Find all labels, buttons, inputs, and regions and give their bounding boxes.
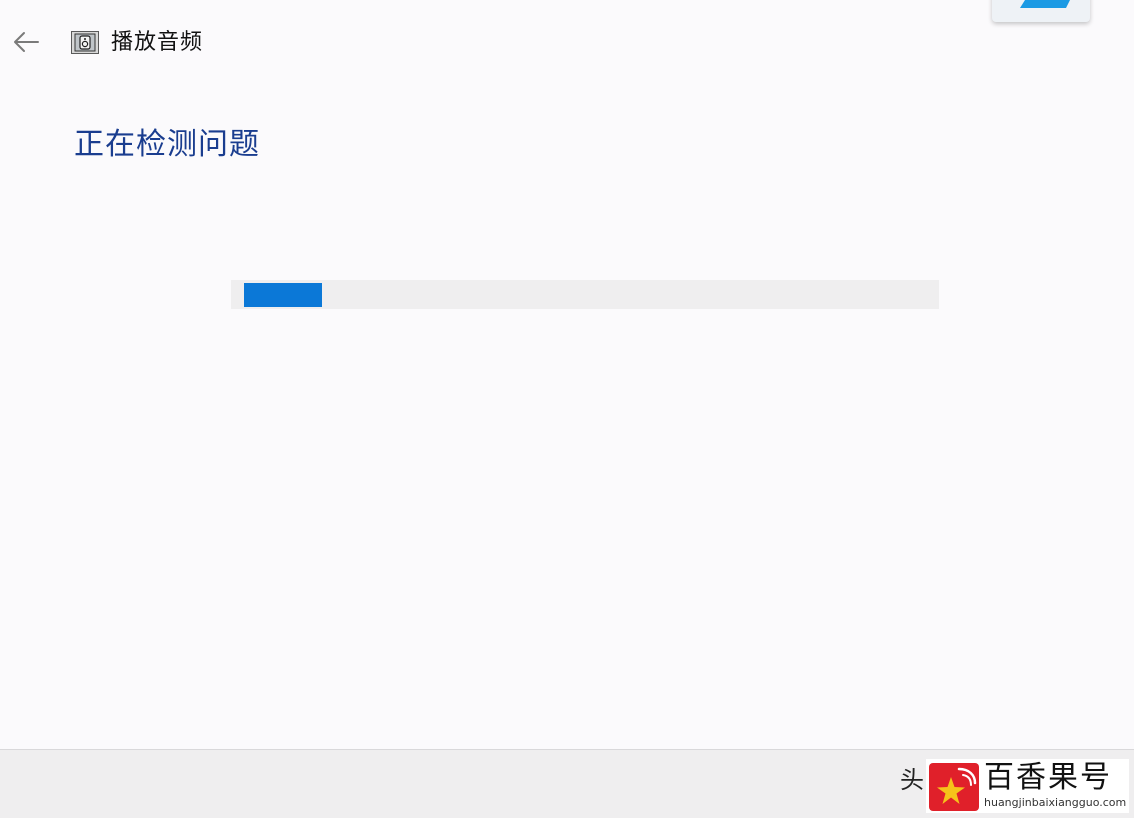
back-arrow-icon — [14, 32, 39, 52]
watermark-card: 百香果号 huangjinbaixiangguo.com — [926, 759, 1129, 813]
blue-shape-icon — [1020, 0, 1070, 8]
watermark: 头 百香果号 huangjinbaixiangguo.com — [896, 757, 1129, 813]
back-button[interactable] — [8, 26, 44, 58]
corner-button[interactable] — [992, 0, 1090, 22]
progress-bar — [231, 280, 939, 309]
window-title: 播放音频 — [111, 30, 204, 55]
passion-fruit-logo-icon — [929, 763, 979, 811]
troubleshooter-window: 播放音频 正在检测问题 头 百香果号 huangjinbaixiangguo.c… — [0, 0, 1134, 818]
progress-indicator — [244, 283, 322, 307]
audio-troubleshooter-icon — [71, 31, 99, 54]
status-heading: 正在检测问题 — [74, 127, 260, 162]
watermark-url: huangjinbaixiangguo.com — [984, 796, 1127, 809]
watermark-prefix: 头 — [900, 766, 924, 794]
watermark-brand: 百香果号 — [984, 760, 1112, 795]
